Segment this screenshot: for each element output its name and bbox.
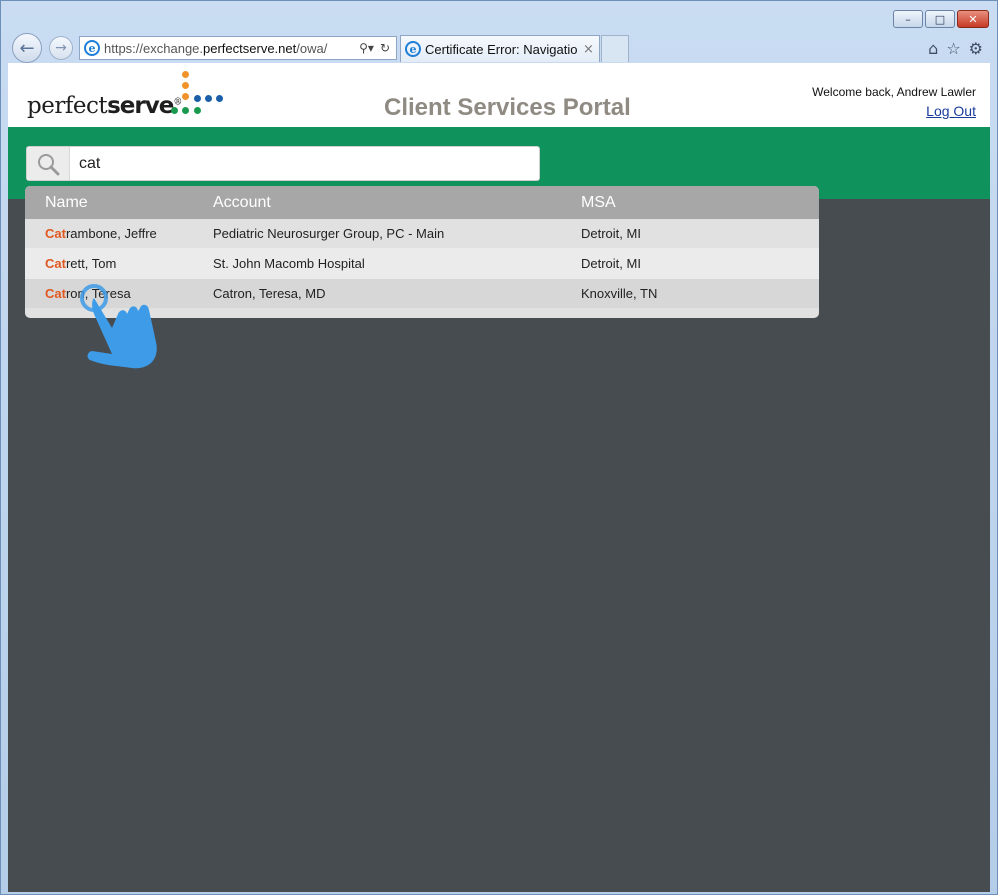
result-msa: Detroit, MI bbox=[581, 256, 641, 271]
settings-gear-icon[interactable]: ⚙ bbox=[969, 39, 983, 58]
portal-header: perfectserve® Client Services Portal Wel… bbox=[8, 63, 990, 127]
new-tab-button[interactable] bbox=[601, 35, 629, 62]
logout-link[interactable]: Log Out bbox=[926, 103, 976, 119]
search-value: cat bbox=[79, 154, 101, 172]
result-account: Pediatric Neurosurger Group, PC - Main bbox=[213, 226, 445, 241]
forward-arrow-icon: → bbox=[55, 40, 67, 56]
minimize-icon[interactable]: – bbox=[893, 10, 923, 28]
logo-dots-icon bbox=[168, 71, 232, 121]
browser-tab[interactable]: e Certificate Error: Navigatio... × bbox=[400, 35, 600, 62]
maximize-icon[interactable]: □ bbox=[925, 10, 955, 28]
search-input[interactable]: cat bbox=[26, 146, 540, 181]
result-name: Catrambone, Jeffre bbox=[45, 226, 157, 241]
search-icon bbox=[27, 147, 70, 180]
browser-window: – □ ✕ ← → e https://exchange.perfectserv… bbox=[0, 0, 998, 895]
home-icon[interactable]: ⌂ bbox=[928, 39, 938, 58]
window-controls: – □ ✕ bbox=[893, 10, 989, 28]
url-text: https://exchange.perfectserve.net/owa/ bbox=[104, 40, 328, 56]
column-header-account: Account bbox=[213, 193, 271, 211]
back-button[interactable]: ← bbox=[12, 33, 42, 63]
column-header-name: Name bbox=[45, 193, 88, 211]
favorites-star-icon[interactable]: ☆ bbox=[946, 39, 960, 58]
result-account: St. John Macomb Hospital bbox=[213, 256, 365, 271]
address-bar[interactable]: e https://exchange.perfectserve.net/owa/… bbox=[79, 36, 397, 60]
results-header: Name Account MSA bbox=[25, 186, 819, 219]
welcome-text: Welcome back, Andrew Lawler bbox=[812, 85, 976, 99]
result-row[interactable]: Catrambone, Jeffre Pediatric Neurosurger… bbox=[25, 219, 819, 248]
search-dropdown-icon[interactable]: ⚲▾ bbox=[359, 41, 374, 55]
close-window-icon[interactable]: ✕ bbox=[957, 10, 989, 28]
result-msa: Detroit, MI bbox=[581, 226, 641, 241]
tab-title: Certificate Error: Navigatio... bbox=[425, 41, 577, 57]
page-content: perfectserve® Client Services Portal Wel… bbox=[8, 63, 990, 892]
result-row[interactable]: Catrett, Tom St. John Macomb Hospital De… bbox=[25, 248, 819, 279]
result-name: Catrett, Tom bbox=[45, 256, 117, 271]
pointing-hand-cursor-icon bbox=[80, 284, 157, 369]
page-title: Client Services Portal bbox=[384, 94, 631, 121]
ie-logo-icon: e bbox=[84, 40, 100, 56]
perfectserve-logo: perfectserve® bbox=[27, 93, 182, 119]
tab-ie-icon: e bbox=[405, 41, 421, 57]
refresh-icon[interactable]: ↻ bbox=[380, 41, 390, 55]
back-arrow-icon: ← bbox=[19, 37, 35, 59]
tab-close-icon[interactable]: × bbox=[583, 42, 594, 57]
result-account: Catron, Teresa, MD bbox=[213, 286, 326, 301]
result-msa: Knoxville, TN bbox=[581, 286, 658, 301]
forward-button[interactable]: → bbox=[49, 36, 73, 60]
column-header-msa: MSA bbox=[581, 193, 616, 211]
